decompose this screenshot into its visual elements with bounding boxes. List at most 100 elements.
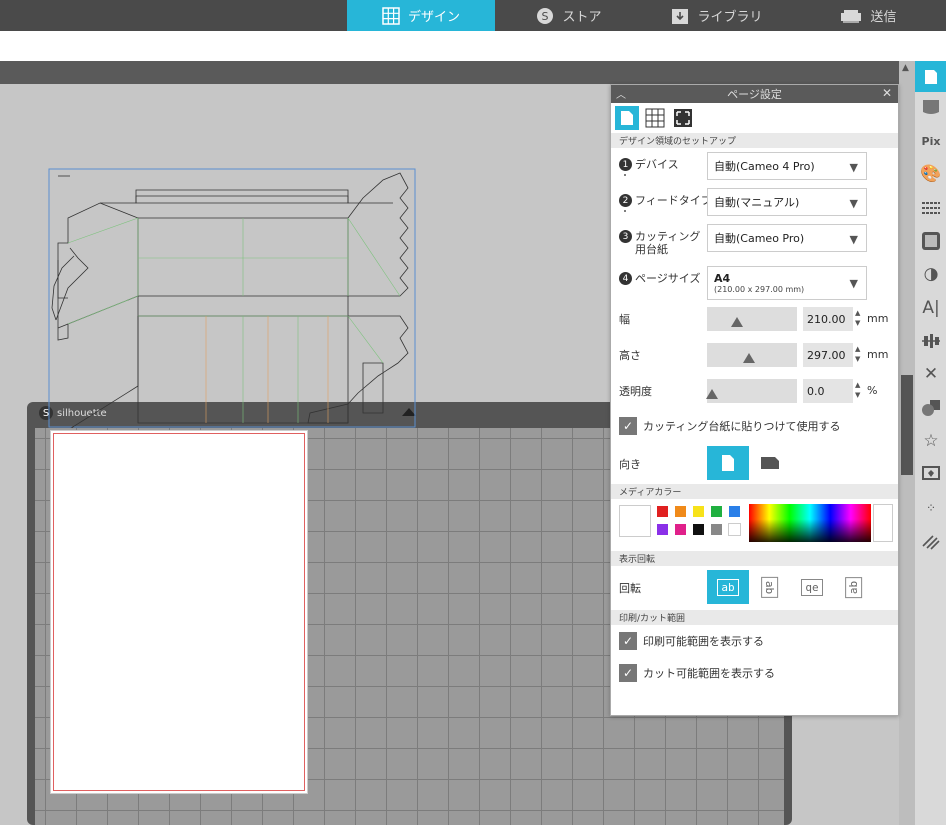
- tab-library[interactable]: ライブラリ: [643, 0, 791, 31]
- swatch-yellow[interactable]: [692, 505, 705, 518]
- brightness-strip[interactable]: [873, 504, 893, 542]
- page-size-dropdown[interactable]: A4 (210.00 x 297.00 mm) ▼: [707, 266, 867, 300]
- line-style-icon[interactable]: [918, 195, 944, 221]
- show-print-area-row[interactable]: ✓ 印刷可能範囲を表示する: [611, 625, 898, 657]
- dropdown-arrow-icon: ▼: [849, 197, 858, 210]
- scrollbar-thumb[interactable]: [901, 375, 913, 475]
- palette-icon[interactable]: 🎨: [918, 161, 944, 187]
- opacity-slider[interactable]: [706, 379, 797, 403]
- collapse-icon[interactable]: ︿: [616, 86, 626, 101]
- page-settings-panel: ︿ ページ設定 ✕ デザイン領域のセットアップ 1 デバイス 自動(Cameo …: [610, 84, 899, 716]
- height-stepper[interactable]: ▲ ▼: [855, 344, 860, 364]
- align-icon[interactable]: [918, 328, 944, 354]
- text-icon[interactable]: A|: [918, 295, 944, 321]
- scroll-up-icon[interactable]: ▲: [902, 63, 909, 73]
- orientation-label: 向き: [619, 458, 641, 471]
- registration-tab[interactable]: [671, 106, 695, 130]
- feed-dropdown[interactable]: 自動(マニュアル) ▼: [707, 188, 867, 216]
- height-slider[interactable]: [707, 343, 797, 367]
- rotate-90-button[interactable]: ab: [749, 570, 791, 604]
- page-paper: [50, 430, 308, 794]
- star-icon[interactable]: ☆: [918, 428, 944, 454]
- ruler-strip: [0, 61, 915, 84]
- show-cut-area-row[interactable]: ✓ カット可能範囲を表示する: [611, 657, 898, 689]
- box-template-design[interactable]: [48, 168, 416, 428]
- checkmark-icon[interactable]: ✓: [619, 417, 637, 435]
- dots-icon[interactable]: ⁘: [918, 495, 944, 521]
- swatch-white[interactable]: [728, 523, 741, 536]
- trace-icon[interactable]: [918, 461, 944, 487]
- transform-icon[interactable]: ✕: [918, 361, 944, 387]
- offset-icon[interactable]: [918, 528, 944, 554]
- device-label: デバイス: [635, 158, 679, 171]
- width-input[interactable]: 210.00: [803, 307, 853, 331]
- panel-tabs: [611, 103, 898, 133]
- rotate-row: 回転 ab ab qe ab: [611, 566, 898, 610]
- opacity-stepper[interactable]: ▲ ▼: [855, 380, 860, 400]
- page-icon[interactable]: [915, 61, 946, 92]
- swatch-gray[interactable]: [710, 523, 723, 536]
- tab-send[interactable]: 送信: [791, 0, 946, 31]
- dropdown-arrow-icon: ▼: [849, 161, 858, 174]
- fill-pattern-icon[interactable]: [918, 228, 944, 254]
- grid-settings-tab[interactable]: [643, 106, 667, 130]
- silhouette-s-icon: S: [537, 7, 554, 24]
- pix-icon[interactable]: Pix: [918, 128, 944, 154]
- width-slider[interactable]: [707, 307, 797, 331]
- rotate-270-button[interactable]: ab: [833, 570, 875, 604]
- download-box-icon: [672, 8, 689, 24]
- device-row: 1 デバイス 自動(Cameo 4 Pro) ▼: [611, 148, 898, 184]
- tab-design-label: デザイン: [407, 10, 460, 25]
- swatch-red[interactable]: [656, 505, 669, 518]
- tab-send-label: 送信: [870, 10, 897, 25]
- checkmark-icon[interactable]: ✓: [619, 664, 637, 682]
- page-setup-tab[interactable]: [615, 106, 639, 130]
- grid-icon: [382, 6, 400, 25]
- tab-library-label: ライブラリ: [697, 10, 763, 25]
- opacity-row: 透明度 0.0 ▲ ▼ %: [611, 374, 898, 410]
- swatch-orange[interactable]: [674, 505, 687, 518]
- color-spectrum[interactable]: [749, 504, 871, 542]
- tab-design[interactable]: デザイン: [347, 0, 495, 31]
- contrast-icon[interactable]: ◑: [918, 261, 944, 287]
- rotate-180-button[interactable]: qe: [791, 570, 833, 604]
- step-4-badge: 4: [619, 272, 632, 285]
- height-input[interactable]: 297.00: [803, 343, 853, 367]
- close-icon[interactable]: ✕: [882, 86, 892, 100]
- opacity-input[interactable]: 0.0: [803, 379, 853, 403]
- width-stepper[interactable]: ▲ ▼: [855, 308, 860, 328]
- vertical-scrollbar[interactable]: ▲: [899, 61, 915, 825]
- tab-store-label: ストア: [562, 10, 602, 25]
- mat-value: 自動(Cameo Pro): [714, 232, 805, 245]
- rotate-270-glyph: ab: [845, 576, 863, 598]
- page-size-dimensions: (210.00 x 297.00 mm): [714, 285, 805, 294]
- use-mat-checkbox-row[interactable]: ✓ カッティング台紙に貼りつけて使用する: [611, 410, 898, 442]
- panel-titlebar: ︿ ページ設定 ✕: [611, 85, 898, 103]
- width-label: 幅: [619, 313, 630, 326]
- swatch-black[interactable]: [692, 523, 705, 536]
- checkmark-icon[interactable]: ✓: [619, 632, 637, 650]
- swatch-green[interactable]: [710, 505, 723, 518]
- tab-store[interactable]: S ストア: [495, 0, 643, 31]
- current-color-swatch[interactable]: [619, 505, 651, 537]
- mat-dropdown[interactable]: 自動(Cameo Pro) ▼: [707, 224, 867, 252]
- slider-knob[interactable]: [706, 389, 718, 399]
- swatch-purple[interactable]: [656, 523, 669, 536]
- page-size-value: A4: [714, 272, 731, 285]
- section-setup: デザイン領域のセットアップ: [611, 133, 898, 148]
- section-print-cut: 印刷/カット範囲: [611, 610, 898, 625]
- cutter-icon: [841, 9, 862, 23]
- landscape-button[interactable]: [749, 446, 791, 480]
- mat-icon[interactable]: [918, 94, 944, 120]
- portrait-button[interactable]: [707, 446, 749, 480]
- dropdown-arrow-icon: ▼: [849, 233, 858, 246]
- swatch-blue[interactable]: [728, 505, 741, 518]
- slider-knob[interactable]: [731, 317, 743, 327]
- rotate-0-button[interactable]: ab: [707, 570, 749, 604]
- replicate-icon[interactable]: [918, 395, 944, 421]
- device-dropdown[interactable]: 自動(Cameo 4 Pro) ▼: [707, 152, 867, 180]
- slider-knob[interactable]: [743, 353, 755, 363]
- panel-title: ページ設定: [727, 88, 782, 101]
- swatch-pink[interactable]: [674, 523, 687, 536]
- media-color-picker: [611, 499, 898, 551]
